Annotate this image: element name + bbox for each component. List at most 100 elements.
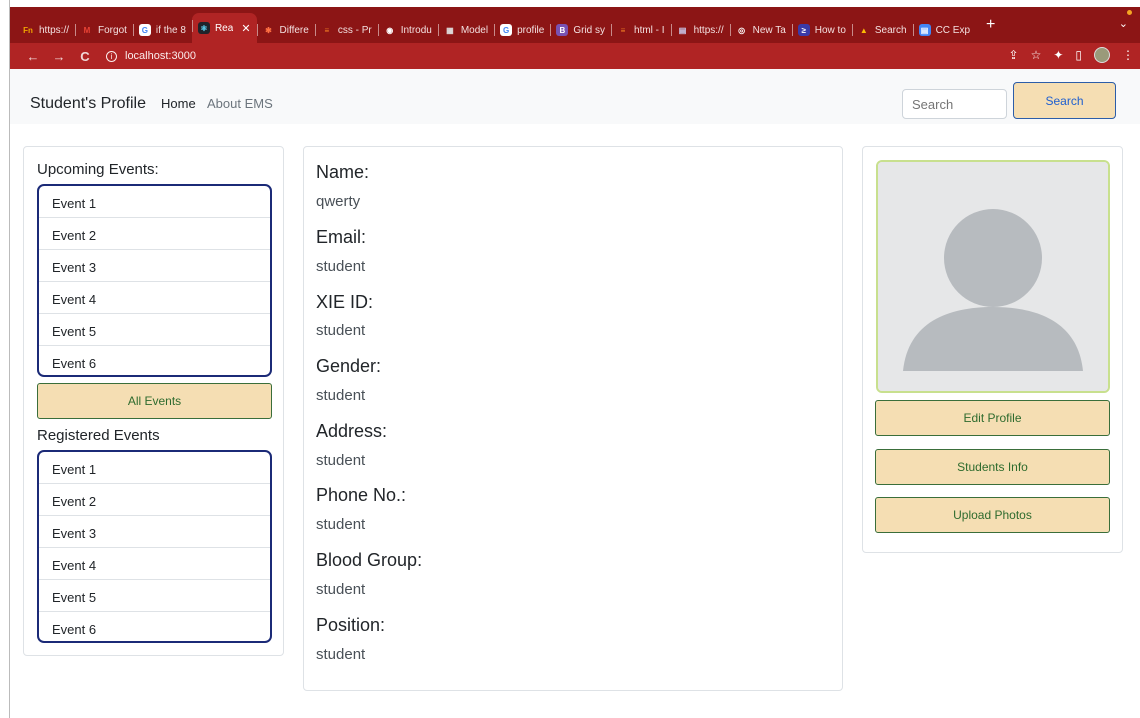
field-label-gender: Gender: — [316, 356, 382, 376]
list-item[interactable]: Event 2 — [39, 484, 270, 516]
tab-title[interactable]: How to — [815, 25, 846, 36]
students-info-button[interactable]: Students Info — [875, 449, 1110, 485]
side-panel-icon[interactable]: ▯ — [1075, 48, 1082, 62]
browser-menu-icon[interactable]: ⋮ — [1122, 48, 1134, 62]
list-item[interactable]: Event 4 — [39, 282, 270, 314]
tab-title[interactable]: Forgot — [98, 25, 127, 36]
tab-title[interactable]: https:// — [39, 25, 69, 36]
profile-avatar-icon[interactable] — [1094, 47, 1110, 63]
edit-profile-button[interactable]: Edit Profile — [875, 400, 1110, 436]
browser-tab[interactable]: ≡ css - Pr — [314, 17, 378, 43]
forward-button[interactable]: → — [46, 49, 72, 64]
page-content: Student's Profile Home About EMS Search … — [10, 69, 1140, 718]
tab-title[interactable]: Rea — [215, 23, 233, 34]
browser-tab[interactable]: ≡ html - I — [611, 17, 671, 43]
share-icon[interactable]: ⇪ — [1009, 48, 1019, 62]
new-tab-button[interactable]: + — [986, 16, 995, 34]
tab-favicon-icon: ✱ — [262, 24, 275, 36]
browser-tab[interactable]: ◎ New Ta — [729, 17, 792, 43]
list-item[interactable]: Event 1 — [39, 186, 270, 218]
upcoming-events-title: Upcoming Events: — [37, 161, 159, 178]
tab-title[interactable]: Introdu — [401, 25, 432, 36]
field-value-phone: student — [316, 516, 366, 533]
profile-actions-panel: Edit Profile Students Info Upload Photos — [862, 146, 1123, 553]
field-label-blood-group: Blood Group: — [316, 550, 423, 570]
site-navbar: Student's Profile Home About EMS Search — [10, 69, 1140, 124]
browser-tab[interactable]: ▲ Search — [851, 17, 913, 43]
tab-title[interactable]: profile — [517, 25, 544, 36]
browser-tab[interactable]: ▤ https:// — [670, 17, 730, 43]
tab-title[interactable]: https:// — [694, 25, 724, 36]
tab-favicon-icon: ⚛ — [197, 22, 210, 34]
list-item[interactable]: Event 5 — [39, 314, 270, 346]
search-input[interactable] — [902, 89, 1007, 119]
list-item[interactable]: Event 1 — [39, 452, 270, 484]
tab-title[interactable]: CC Exp — [936, 25, 970, 36]
site-info-icon[interactable]: i — [106, 50, 117, 62]
tab-favicon-icon: Fn — [22, 24, 34, 36]
browser-tab[interactable]: M Forgot — [75, 17, 133, 43]
list-item[interactable]: Event 4 — [39, 548, 270, 580]
extensions-icon[interactable]: ✦ — [1053, 48, 1063, 62]
tab-favicon-icon: G — [500, 24, 513, 36]
tab-title[interactable]: Search — [875, 25, 907, 36]
tab-title[interactable]: html - I — [634, 25, 665, 36]
browser-tab[interactable]: ⚛ Rea ✕ — [191, 13, 257, 43]
list-item[interactable]: Event 6 — [39, 346, 270, 375]
close-tab-icon[interactable]: ✕ — [241, 22, 250, 35]
list-item[interactable]: Event 2 — [39, 218, 270, 250]
tab-title[interactable]: Differe — [280, 25, 309, 36]
tab-title[interactable]: New Ta — [753, 25, 786, 36]
upcoming-events-list[interactable]: Event 1 Event 2 Event 3 Event 4 Event 5 … — [37, 184, 272, 377]
bookmark-star-icon[interactable]: ☆ — [1031, 48, 1042, 62]
brand-title[interactable]: Student's Profile — [30, 95, 146, 113]
browser-tab[interactable]: Fn https:// — [16, 17, 75, 43]
field-label-position: Position: — [316, 615, 386, 635]
tab-favicon-icon: ▤ — [676, 24, 689, 36]
field-label-xie-id: XIE ID: — [316, 292, 374, 312]
tab-favicon-icon: ▲ — [857, 24, 870, 36]
field-label-name: Name: — [316, 162, 370, 182]
tab-favicon-icon: G — [138, 24, 151, 36]
field-value-xie-id: student — [316, 322, 366, 339]
nav-link-home[interactable]: Home — [161, 96, 196, 111]
tab-title[interactable]: css - Pr — [338, 25, 372, 36]
browser-tab[interactable]: B Grid sy — [550, 17, 611, 43]
browser-tab[interactable]: ◉ Introdu — [377, 17, 438, 43]
tab-favicon-icon: ◎ — [735, 24, 748, 36]
list-item[interactable]: Event 5 — [39, 580, 270, 612]
tab-favicon-icon: ▤ — [918, 24, 931, 36]
tab-favicon-icon: ≡ — [320, 24, 333, 36]
field-label-address: Address: — [316, 421, 388, 441]
field-value-blood-group: student — [316, 581, 366, 598]
tab-strip: Fn https:// M Forgot Gif the 8 ⚛ Rea ✕ ✱ Differe ≡… — [10, 7, 1140, 43]
upload-photos-button[interactable]: Upload Photos — [875, 497, 1110, 533]
reload-button[interactable]: C — [72, 49, 98, 64]
tab-favicon-icon: ≥ — [797, 24, 810, 36]
browser-tab[interactable]: ≥ How to — [791, 17, 852, 43]
nav-link-about[interactable]: About EMS — [207, 96, 273, 111]
tab-title[interactable]: if the 8 — [156, 25, 186, 36]
browser-tab[interactable]: ▤ CC Exp — [912, 17, 976, 43]
browser-toolbar: ← → C i localhost:3000 ⇪ ☆ ✦ ▯ ⋮ — [10, 43, 1140, 69]
browser-window: Fn https:// M Forgot Gif the 8 ⚛ Rea ✕ ✱ Differe ≡… — [10, 7, 1140, 718]
list-item[interactable]: Event 3 — [39, 516, 270, 548]
browser-tab[interactable]: Gprofile — [494, 17, 550, 43]
browser-tab[interactable]: Gif the 8 — [132, 17, 192, 43]
browser-tab[interactable]: ▦ Model — [437, 17, 494, 43]
search-button[interactable]: Search — [1013, 82, 1116, 119]
list-item[interactable]: Event 3 — [39, 250, 270, 282]
tab-title[interactable]: Model — [461, 25, 488, 36]
tab-title[interactable]: Grid sy — [573, 25, 605, 36]
url-text[interactable]: localhost:3000 — [125, 50, 196, 62]
tab-favicon-icon: ◉ — [383, 24, 396, 36]
browser-tab[interactable]: ✱ Differe — [256, 17, 315, 43]
address-bar[interactable]: i localhost:3000 — [106, 50, 196, 62]
field-value-name: qwerty — [316, 193, 361, 210]
field-label-email: Email: — [316, 227, 367, 247]
back-button[interactable]: ← — [20, 49, 46, 64]
all-events-button[interactable]: All Events — [37, 383, 272, 419]
registered-events-list[interactable]: Event 1 Event 2 Event 3 Event 4 Event 5 … — [37, 450, 272, 643]
tab-search-button[interactable]: ⌄ — [1119, 17, 1128, 30]
list-item[interactable]: Event 6 — [39, 612, 270, 641]
